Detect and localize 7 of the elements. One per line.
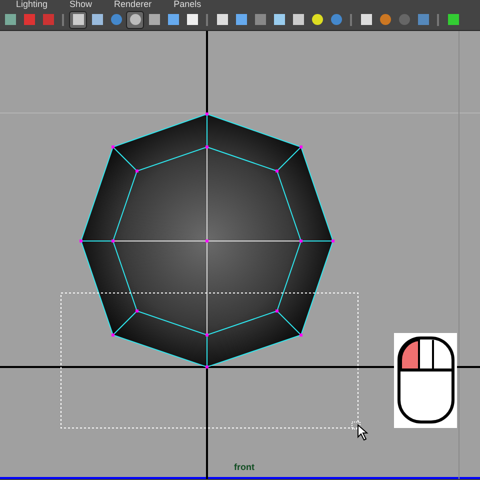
menu-item[interactable]: Show — [70, 0, 92, 9]
menu-item[interactable]: Lighting — [16, 0, 48, 9]
cursor-icon — [352, 422, 368, 441]
camera-label: front — [234, 462, 254, 472]
menu-item[interactable]: Panels — [174, 0, 202, 9]
menu-item[interactable]: Renderer — [114, 0, 152, 9]
circle-icon[interactable] — [127, 12, 143, 28]
